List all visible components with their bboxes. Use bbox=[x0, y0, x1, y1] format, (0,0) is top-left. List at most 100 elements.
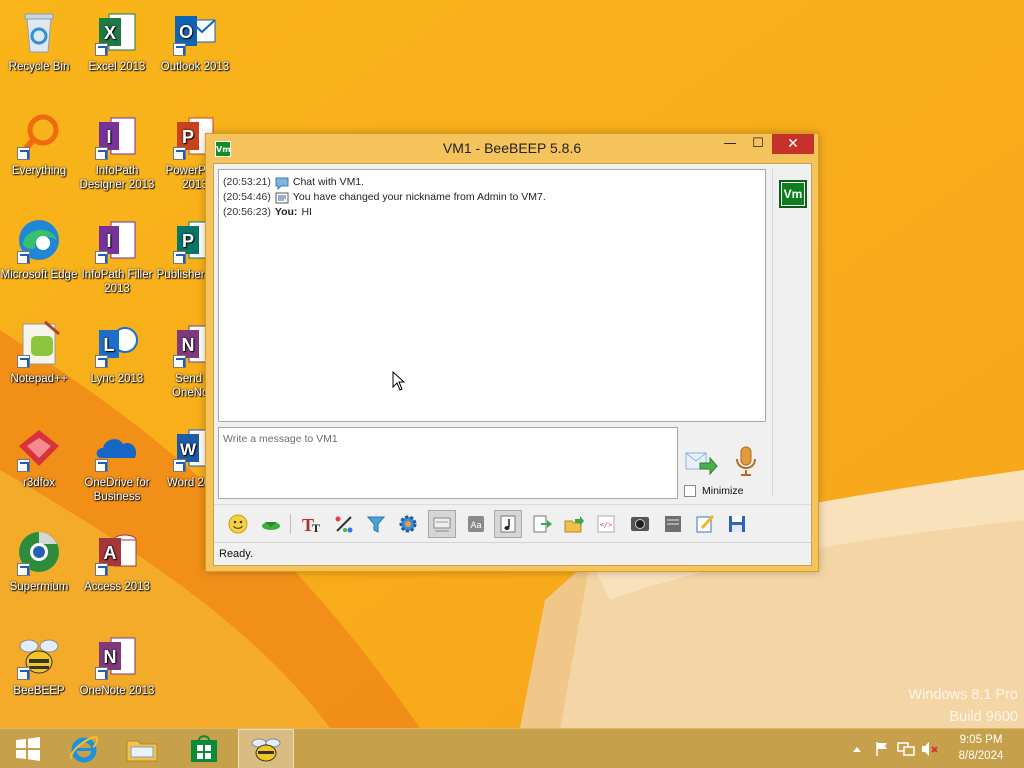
settings-gear-icon bbox=[399, 515, 417, 533]
action-center-button[interactable] bbox=[872, 729, 892, 768]
taskbar-beebeep[interactable] bbox=[238, 729, 294, 768]
desktop-icon-label: Lync 2013 bbox=[90, 373, 144, 385]
svg-text:W: W bbox=[180, 440, 197, 459]
clear-history-button[interactable] bbox=[659, 510, 687, 538]
svg-text:L: L bbox=[104, 335, 115, 355]
member-panel: Vm bbox=[772, 169, 809, 496]
screenshot-button[interactable] bbox=[626, 510, 654, 538]
font-color-button[interactable] bbox=[330, 510, 358, 538]
chat-message: (20:56:23) You: HI bbox=[223, 205, 761, 220]
compact-view-icon bbox=[433, 517, 451, 532]
shortcut-arrow-icon bbox=[17, 147, 30, 160]
onenote-icon: N bbox=[93, 632, 141, 680]
send-button[interactable] bbox=[684, 447, 718, 477]
desktop-icon-recycle-bin[interactable]: Recycle Bin bbox=[0, 8, 78, 74]
message-input[interactable] bbox=[218, 427, 678, 499]
compact-view-button[interactable] bbox=[428, 510, 456, 538]
taskbar-clock[interactable]: 9:05 PM 8/8/2024 bbox=[948, 732, 1014, 764]
microphone-icon bbox=[736, 446, 756, 476]
desktop-icon-label: InfoPath Filler 2013 bbox=[81, 269, 153, 295]
desktop-icon-r3dfox[interactable]: r3dfox bbox=[0, 424, 78, 490]
message-timestamp: (20:56:23) bbox=[223, 206, 271, 218]
beebeep-chat-window[interactable]: Vm VM1 - BeeBEEP 5.8.6 — ☐ ✕ (20:53:21) … bbox=[205, 133, 819, 572]
desktop-icon-beebeep[interactable]: BeeBEEP bbox=[0, 632, 78, 698]
emoticon-icon bbox=[228, 514, 248, 534]
shortcut-arrow-icon bbox=[95, 459, 108, 472]
checkbox-box[interactable] bbox=[684, 485, 696, 497]
desktop-icon-access[interactable]: A Access 2013 bbox=[78, 528, 156, 594]
window-titlebar[interactable]: Vm VM1 - BeeBEEP 5.8.6 — ☐ ✕ bbox=[206, 134, 818, 162]
onedrive-icon bbox=[93, 424, 141, 472]
send-file-button[interactable] bbox=[560, 510, 588, 538]
show-names-button[interactable]: Aa bbox=[462, 510, 490, 538]
start-icon bbox=[16, 737, 40, 761]
clock-time: 9:05 PM bbox=[959, 734, 1003, 746]
edit-notes-icon bbox=[696, 514, 715, 533]
message-text: HI bbox=[301, 206, 312, 218]
volume-muted-icon bbox=[922, 742, 938, 756]
network-icon bbox=[897, 742, 915, 756]
svg-text:T: T bbox=[312, 521, 320, 535]
internet-explorer-icon bbox=[69, 735, 99, 763]
edge-icon bbox=[15, 216, 63, 264]
filter-button[interactable] bbox=[362, 510, 390, 538]
status-text: Ready. bbox=[219, 548, 254, 560]
desktop-icon-infopath-filler[interactable]: I InfoPath Filler 2013 bbox=[78, 216, 156, 296]
volume-button[interactable] bbox=[920, 729, 940, 768]
clear-history-icon bbox=[665, 516, 681, 532]
excel-icon: X bbox=[93, 8, 141, 56]
svg-text:N: N bbox=[182, 335, 195, 355]
minimize-button[interactable]: — bbox=[716, 134, 744, 154]
svg-text:</>: </> bbox=[600, 521, 613, 529]
maximize-button[interactable]: ☐ bbox=[744, 134, 772, 154]
desktop-icon-label: OneDrive for Business bbox=[84, 477, 150, 503]
taskbar-store[interactable] bbox=[176, 729, 232, 768]
desktop-icon-notepadpp[interactable]: Notepad++ bbox=[0, 320, 78, 386]
shortcut-arrow-icon bbox=[173, 355, 186, 368]
shortcut-arrow-icon bbox=[173, 43, 186, 56]
html-code-button[interactable]: </> bbox=[592, 510, 620, 538]
start-button[interactable] bbox=[0, 729, 56, 768]
desktop-icon-lync[interactable]: L Lync 2013 bbox=[78, 320, 156, 386]
voice-message-button[interactable] bbox=[733, 444, 759, 478]
desktop-icon-onedrive[interactable]: OneDrive for Business bbox=[78, 424, 156, 504]
save-chat-button[interactable] bbox=[723, 510, 751, 538]
avatar[interactable]: Vm bbox=[779, 180, 807, 208]
window-client-area: (20:53:21) Chat with VM1. (20:54:46) You… bbox=[213, 163, 812, 566]
desktop-icon-supermium[interactable]: Supermium bbox=[0, 528, 78, 594]
settings-button[interactable] bbox=[394, 510, 422, 538]
desktop-icon-onenote[interactable]: N OneNote 2013 bbox=[78, 632, 156, 698]
taskbar-file-explorer[interactable] bbox=[114, 729, 170, 768]
edit-notes-button[interactable] bbox=[691, 510, 719, 538]
desktop-icon-label: Outlook 2013 bbox=[160, 61, 230, 73]
taskbar-internet-explorer[interactable] bbox=[56, 729, 112, 768]
desktop-icon-everything[interactable]: Everything bbox=[0, 112, 78, 178]
chat-bubble-icon bbox=[275, 176, 289, 190]
font-button[interactable]: TT bbox=[298, 510, 326, 538]
close-button[interactable]: ✕ bbox=[772, 134, 814, 154]
desktop-icon-edge[interactable]: Microsoft Edge bbox=[0, 216, 78, 282]
desktop-icon-outlook[interactable]: O Outlook 2013 bbox=[156, 8, 234, 74]
watermark-edition: Windows 8.1 Pro bbox=[908, 687, 1018, 703]
shortcut-arrow-icon bbox=[173, 251, 186, 264]
minimize-label: Minimize bbox=[702, 485, 744, 497]
desktop-icon-infopath-designer[interactable]: I InfoPath Designer 2013 bbox=[78, 112, 156, 192]
emoticon-button[interactable] bbox=[224, 510, 252, 538]
taskbar: 9:05 PM 8/8/2024 bbox=[0, 728, 1024, 768]
message-text: Chat with VM1. bbox=[292, 176, 365, 188]
export-button[interactable] bbox=[528, 510, 556, 538]
desktop-icon-excel[interactable]: X Excel 2013 bbox=[78, 8, 156, 74]
show-hidden-icons-button[interactable] bbox=[850, 729, 864, 768]
sound-notification-button[interactable] bbox=[494, 510, 522, 538]
everything-search-icon bbox=[15, 112, 63, 160]
shortcut-arrow-icon bbox=[17, 667, 30, 680]
send-file-icon bbox=[564, 516, 584, 533]
chat-history[interactable]: (20:53:21) Chat with VM1. (20:54:46) You… bbox=[218, 169, 766, 422]
sound-note-icon bbox=[500, 515, 516, 533]
minimize-checkbox[interactable]: Minimize bbox=[684, 484, 766, 498]
desktop-icon-label: Supermium bbox=[9, 581, 69, 593]
network-status-button[interactable] bbox=[896, 729, 916, 768]
file-explorer-icon bbox=[126, 740, 158, 762]
export-icon bbox=[533, 515, 552, 533]
collapse-button[interactable] bbox=[257, 510, 285, 538]
